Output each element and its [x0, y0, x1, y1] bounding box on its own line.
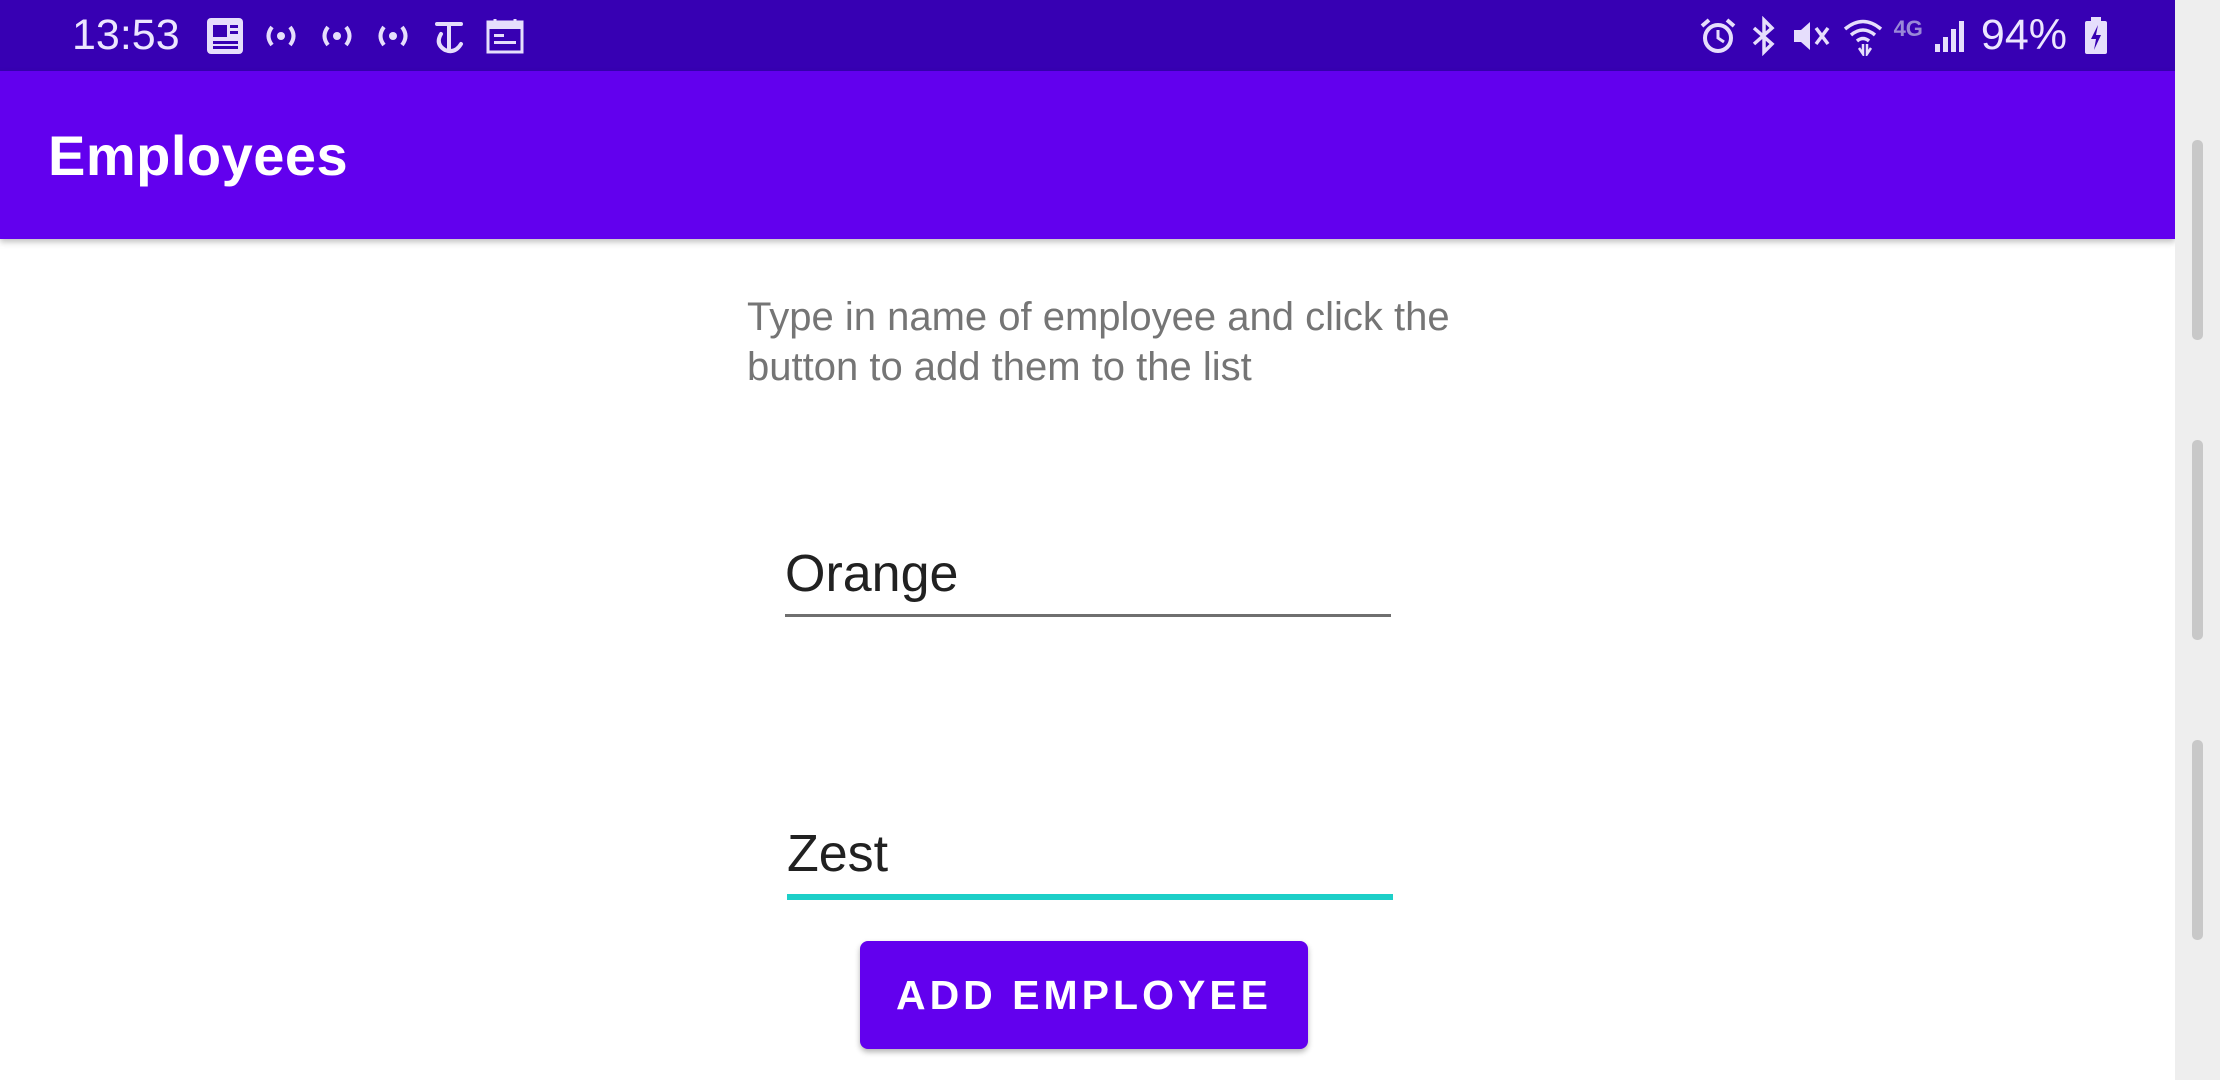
last-name-input[interactable]	[787, 824, 1393, 894]
scrollbar-segment[interactable]	[2192, 140, 2203, 340]
app-screen: 13:53 4G 94% Employees Type in name of e…	[0, 0, 2220, 1080]
add-employee-button[interactable]: ADD EMPLOYEE	[860, 941, 1308, 1049]
last-name-field	[787, 824, 1393, 900]
scrollbar-track[interactable]	[2175, 0, 2220, 1080]
broadcast-icon	[314, 13, 360, 59]
4g-lte-icon: 4G	[1893, 15, 1923, 41]
broadcast-icon	[258, 13, 304, 59]
scrollbar-segment[interactable]	[2192, 440, 2203, 640]
first-name-input[interactable]	[785, 544, 1391, 614]
last-name-underline-focused	[787, 894, 1393, 900]
news-icon	[202, 13, 248, 59]
broadcast-icon	[370, 13, 416, 59]
app-bar: Employees	[0, 71, 2175, 239]
instructions-text: Type in name of employee and click the b…	[747, 295, 1450, 389]
signal-icon	[1933, 13, 1967, 59]
mute-icon	[1790, 13, 1832, 59]
status-bar: 13:53 4G 94%	[0, 0, 2175, 71]
nytimes-icon	[426, 13, 472, 59]
status-bar-right: 4G 94%	[1688, 0, 2109, 71]
first-name-underline	[785, 614, 1391, 617]
calendar-icon	[482, 13, 528, 59]
status-bar-left: 13:53	[72, 0, 538, 71]
battery-charging-icon	[2083, 13, 2109, 59]
wifi-icon	[1842, 13, 1884, 59]
first-name-field	[785, 544, 1391, 617]
bluetooth-icon	[1748, 13, 1780, 59]
status-time: 13:53	[72, 11, 180, 59]
battery-percent: 94%	[1980, 11, 2067, 59]
page-title: Employees	[48, 124, 349, 187]
scrollbar-segment[interactable]	[2192, 740, 2203, 940]
alarm-icon	[1698, 13, 1738, 59]
